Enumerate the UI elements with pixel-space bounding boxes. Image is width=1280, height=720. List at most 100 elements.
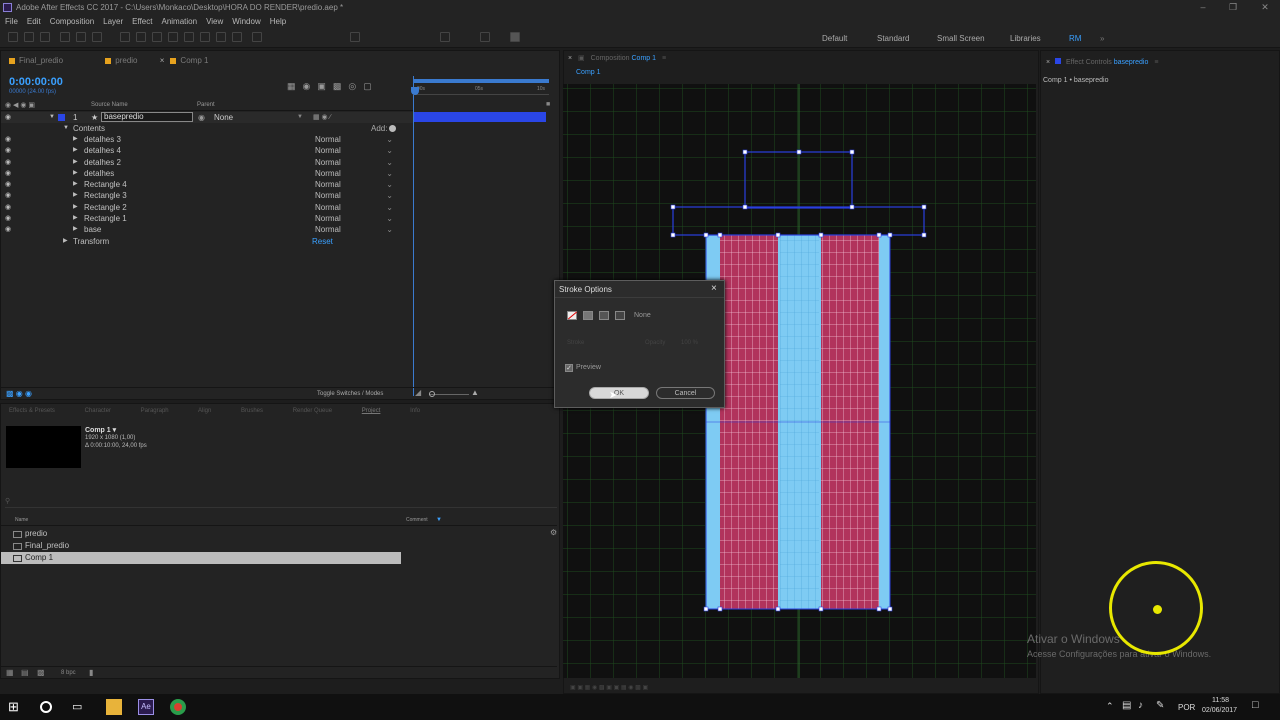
- expand-transform-icon[interactable]: ▶: [63, 236, 68, 247]
- footer-switch-icons[interactable]: ▩ ◉ ◉: [6, 389, 32, 398]
- lock-icon[interactable]: ▣: [578, 55, 585, 62]
- expand-icon[interactable]: ▶: [73, 213, 78, 224]
- playhead-handle[interactable]: [411, 87, 419, 95]
- zoom-tool-icon[interactable]: [40, 32, 50, 42]
- list-item[interactable]: ◉ ▶ Rectangle 3 Normal ⌄: [1, 190, 413, 201]
- stroke-color-icon[interactable]: [510, 32, 520, 42]
- tab-info[interactable]: Info: [410, 408, 420, 414]
- menu-composition[interactable]: Composition: [50, 17, 94, 26]
- project-flowchart-icon[interactable]: ⚙: [550, 528, 557, 537]
- visibility-eye-icon[interactable]: ◉: [5, 190, 11, 201]
- expand-icon[interactable]: ▶: [73, 134, 78, 145]
- tab-character[interactable]: Character: [85, 408, 111, 414]
- pickwhip-icon[interactable]: ◉: [198, 112, 205, 123]
- label-color-icon[interactable]: [58, 114, 65, 121]
- stroke-solid-icon[interactable]: [583, 311, 593, 320]
- comment-column-header[interactable]: Comment: [406, 517, 428, 523]
- menu-layer[interactable]: Layer: [103, 17, 123, 26]
- visibility-eye-icon[interactable]: ◉: [5, 202, 11, 213]
- language-indicator[interactable]: POR: [1178, 703, 1195, 712]
- visibility-eye-icon[interactable]: ◉: [5, 112, 11, 123]
- panel-menu-icon[interactable]: ≡: [662, 55, 666, 62]
- tab-close-icon[interactable]: ×: [160, 56, 165, 65]
- selection-tool-icon[interactable]: [8, 32, 18, 42]
- contents-row[interactable]: ▼ Contents Add:: [1, 123, 413, 134]
- puppet-tool-icon[interactable]: [232, 32, 242, 42]
- visibility-eye-icon[interactable]: ◉: [5, 224, 11, 235]
- fill-swatch-icon[interactable]: [440, 32, 450, 42]
- panel-menu-icon[interactable]: ≡: [1154, 59, 1158, 66]
- project-comp-name[interactable]: Comp 1 ▾: [85, 426, 116, 434]
- blend-mode-dropdown[interactable]: Normal ⌄: [315, 157, 395, 167]
- stroke-linear-gradient-icon[interactable]: [599, 311, 609, 320]
- expand-icon[interactable]: ▶: [73, 168, 78, 179]
- dialog-close-icon[interactable]: ×: [711, 283, 717, 294]
- expand-icon[interactable]: ▶: [73, 190, 78, 201]
- menu-help[interactable]: Help: [270, 17, 286, 26]
- list-item[interactable]: ◉ ▶ detalhes 3 Normal ⌄: [1, 134, 413, 145]
- puppet-pin-icon[interactable]: [252, 32, 262, 42]
- menu-effect[interactable]: Effect: [132, 17, 152, 26]
- comp-button-icon[interactable]: ■: [546, 101, 558, 121]
- tray-chevron-icon[interactable]: ⌃: [1106, 701, 1114, 712]
- rotate-tool-icon[interactable]: [60, 32, 70, 42]
- list-item[interactable]: predio: [1, 528, 401, 540]
- task-view-icon[interactable]: ▭: [72, 699, 88, 715]
- list-item[interactable]: ◉ ▶ base Normal ⌄: [1, 224, 413, 235]
- list-item[interactable]: ◉ ▶ Rectangle 2 Normal ⌄: [1, 202, 413, 213]
- trash-icon[interactable]: ▮: [89, 668, 93, 677]
- timeline-switches-icons[interactable]: ▦◉▣▩◎▢: [287, 81, 407, 93]
- visibility-eye-icon[interactable]: ◉: [5, 213, 11, 224]
- chevron-down-icon[interactable]: ▼: [297, 112, 303, 123]
- brush-tool-icon[interactable]: [168, 32, 178, 42]
- blend-mode-dropdown[interactable]: Normal ⌄: [315, 213, 395, 223]
- menu-window[interactable]: Window: [232, 17, 260, 26]
- parent-dropdown[interactable]: None: [209, 112, 305, 122]
- lock-icon[interactable]: [1055, 58, 1062, 64]
- work-area-bar[interactable]: [413, 79, 549, 83]
- blend-mode-dropdown[interactable]: Normal ⌄: [315, 168, 395, 178]
- rectangle-tool-icon[interactable]: [120, 32, 130, 42]
- parent-header[interactable]: Parent: [197, 102, 215, 108]
- add-plus-icon[interactable]: [389, 125, 396, 132]
- composition-tab[interactable]: × ▣ Composition Comp 1 ≡: [568, 54, 666, 62]
- tab-predio[interactable]: predio: [115, 56, 137, 65]
- opacity-value[interactable]: 100 %: [681, 340, 698, 346]
- transform-row[interactable]: ▶ Transform Reset: [1, 236, 413, 247]
- new-folder-icon[interactable]: ▤: [21, 668, 29, 677]
- preview-checkbox[interactable]: ✓: [565, 364, 573, 372]
- tab-effects-presets[interactable]: Effects & Presets: [9, 408, 55, 414]
- toggle-switches-modes[interactable]: Toggle Switches / Modes: [317, 391, 383, 397]
- close-window-button[interactable]: ✕: [1250, 0, 1280, 15]
- list-item[interactable]: ◉ ▶ Rectangle 1 Normal ⌄: [1, 213, 413, 224]
- notifications-icon[interactable]: □: [1252, 699, 1259, 711]
- visibility-eye-icon[interactable]: ◉: [5, 157, 11, 168]
- reset-link[interactable]: Reset: [312, 236, 333, 247]
- blend-mode-dropdown[interactable]: Normal ⌄: [315, 179, 395, 189]
- tab-comp1[interactable]: Comp 1: [180, 56, 208, 65]
- expand-icon[interactable]: ▶: [73, 145, 78, 156]
- interpret-footage-icon[interactable]: ▦: [6, 668, 14, 677]
- stroke-radial-gradient-icon[interactable]: [615, 311, 625, 320]
- snapping-checkbox-icon[interactable]: [350, 32, 360, 42]
- pan-behind-tool-icon[interactable]: [92, 32, 102, 42]
- bit-depth-button[interactable]: 8 bpc: [61, 670, 76, 676]
- expand-icon[interactable]: ▶: [73, 224, 78, 235]
- menu-file[interactable]: File: [5, 17, 18, 26]
- tab-close-icon[interactable]: ×: [568, 55, 572, 62]
- blend-mode-dropdown[interactable]: Normal ⌄: [315, 145, 395, 155]
- list-item[interactable]: ◉ ▶ detalhes Normal ⌄: [1, 168, 413, 179]
- workspace-standard[interactable]: Standard: [877, 34, 909, 43]
- roto-brush-tool-icon[interactable]: [216, 32, 226, 42]
- hand-tool-icon[interactable]: [24, 32, 34, 42]
- tab-final-predio[interactable]: Final_predio: [19, 56, 63, 65]
- time-ruler[interactable]: 00s 05s 10s: [413, 85, 549, 95]
- minimize-button[interactable]: –: [1188, 0, 1218, 15]
- volume-icon[interactable]: ♪: [1138, 700, 1143, 711]
- blend-mode-dropdown[interactable]: Normal ⌄: [315, 224, 395, 234]
- source-name-header[interactable]: Source Name: [91, 102, 128, 108]
- pen-icon[interactable]: ✎: [1156, 700, 1164, 711]
- expand-icon[interactable]: ▶: [73, 157, 78, 168]
- list-item[interactable]: ◉ ▶ detalhes 4 Normal ⌄: [1, 145, 413, 156]
- blend-mode-dropdown[interactable]: Normal ⌄: [315, 134, 395, 144]
